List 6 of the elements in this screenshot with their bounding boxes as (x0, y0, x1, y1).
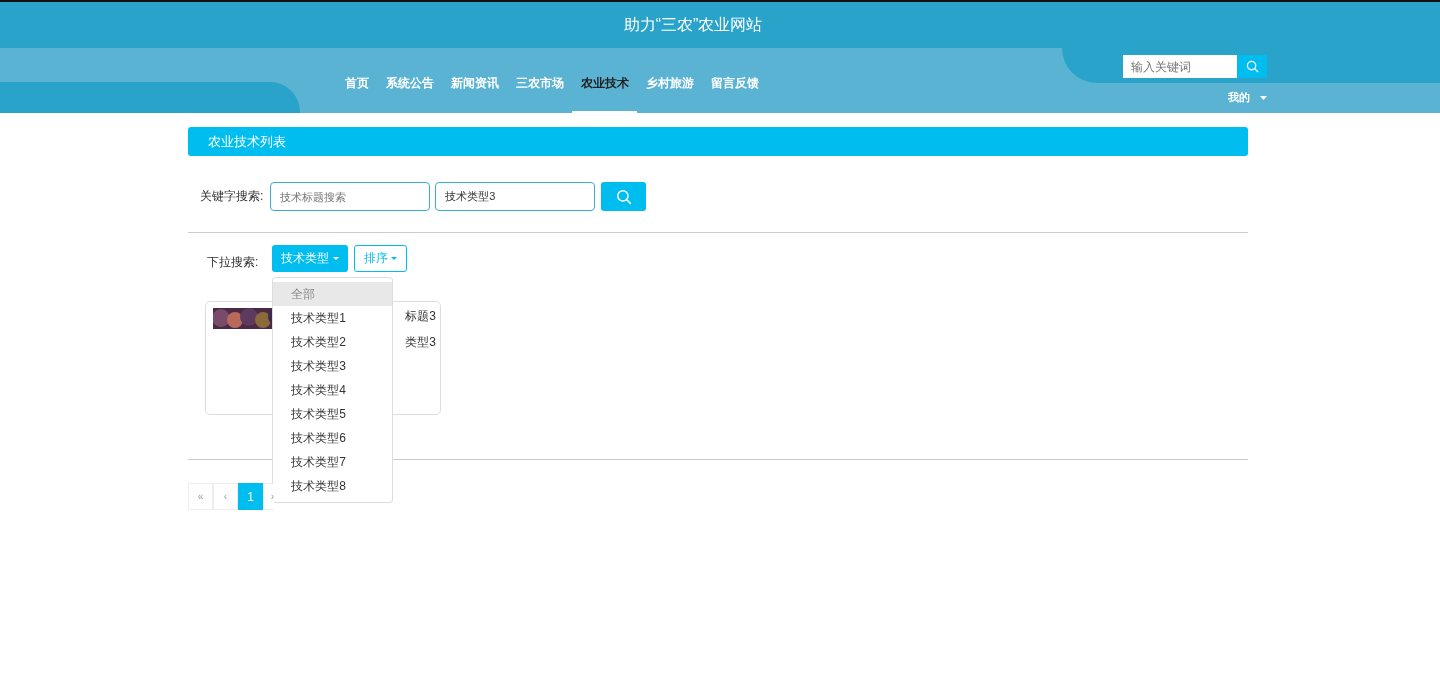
card-title: 标题3 (405, 308, 436, 325)
card-type: 类型3 (405, 334, 436, 351)
panel-title: 农业技术列表 (188, 127, 1248, 156)
search-label: 关键字搜索: (200, 188, 264, 205)
dropdown-label: 下拉搜索: (207, 254, 259, 271)
site-title: 助力“三农”农业网站 (623, 14, 763, 35)
